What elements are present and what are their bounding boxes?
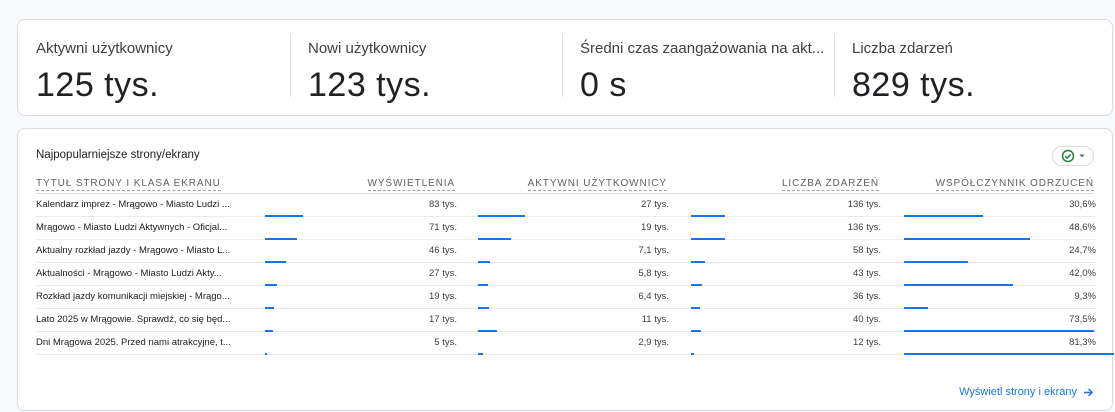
row-page-title: Kalendarz imprez - Mrągowo - Miasto Ludz… [36, 199, 230, 210]
cell-users: 11 tys. [641, 314, 669, 325]
cell-views: 17 tys. [429, 314, 457, 325]
column-header-views[interactable]: WYŚWIETLENIA [367, 178, 455, 191]
cell-events: 43 tys. [853, 268, 881, 279]
row-page-title: Dni Mrągowa 2025. Przed nami atrakcyjne,… [36, 337, 231, 348]
table-row[interactable]: Kalendarz imprez - Mrągowo - Miasto Ludz… [36, 194, 1096, 217]
cell-views: 5 tys. [434, 337, 457, 348]
kpi-new-users[interactable]: Nowi użytkownicy 123 tys. [290, 20, 562, 115]
cell-bounce: 48,6% [1069, 222, 1096, 233]
check-circle-icon [1061, 149, 1074, 163]
top-pages-card: Najpopularniejsze strony/ekrany TYTUŁ ST… [17, 128, 1114, 411]
card-title: Najpopularniejsze strony/ekrany [36, 149, 200, 161]
kpi-value: 125 tys. [36, 66, 160, 104]
row-page-title: Aktualny rozkład jazdy - Mrągowo - Miast… [36, 245, 231, 256]
cell-users: 5,8 tys. [638, 268, 669, 279]
caret-down-icon [1079, 154, 1084, 158]
bar-views [265, 353, 267, 355]
kpi-avg-engagement-time[interactable]: Średni czas zaangażowania na akt... 0 s [562, 20, 834, 115]
arrow-right-icon [1084, 387, 1094, 397]
bar-users [478, 353, 483, 355]
cell-views: 27 tys. [429, 268, 457, 279]
kpi-label: Liczba zdarzeń [852, 40, 953, 57]
kpi-value: 123 tys. [308, 66, 432, 104]
cell-users: 7,1 tys. [638, 245, 669, 256]
cell-views: 46 tys. [429, 245, 457, 256]
table-row[interactable]: Aktualny rozkład jazdy - Mrągowo - Miast… [36, 240, 1096, 263]
column-header-event-count[interactable]: LICZBA ZDARZEŃ [781, 178, 879, 191]
table-row[interactable]: Lato 2025 w Mrągowie. Sprawdź, co się bę… [36, 309, 1096, 332]
kpi-label: Aktywni użytkownicy [36, 40, 173, 57]
cell-events: 12 tys. [853, 337, 881, 348]
cell-views: 19 tys. [429, 291, 457, 302]
cell-events: 36 tys. [853, 291, 881, 302]
table-row[interactable]: Rozkład jazdy komunikacji miejskiej - Mr… [36, 286, 1096, 309]
cell-events: 58 tys. [853, 245, 881, 256]
cell-users: 2,9 tys. [638, 337, 669, 348]
kpi-active-users[interactable]: Aktywni użytkownicy 125 tys. [18, 20, 290, 115]
kpi-value: 829 tys. [852, 66, 976, 104]
column-header-active-users[interactable]: AKTYWNI UŻYTKOWNICY [527, 178, 667, 191]
kpi-label: Nowi użytkownicy [308, 40, 427, 57]
bar-bounce [904, 353, 1114, 355]
compare-menu-button[interactable] [1052, 146, 1094, 166]
cell-views: 71 tys. [429, 222, 457, 233]
cell-bounce: 81,3% [1069, 337, 1096, 348]
cell-users: 19 tys. [641, 222, 669, 233]
cell-views: 83 tys. [429, 199, 457, 210]
column-header-page-title[interactable]: TYTUŁ STRONY I KLASA EKRANU [36, 178, 221, 191]
table-row[interactable]: Dni Mrągowa 2025. Przed nami atrakcyjne,… [36, 332, 1114, 355]
row-page-title: Mrągowo - Miasto Ludzi Aktywnych - Oficj… [36, 222, 228, 233]
cell-bounce: 9,3% [1074, 291, 1096, 302]
cell-events: 40 tys. [853, 314, 881, 325]
cell-bounce: 24,7% [1069, 245, 1096, 256]
kpi-label: Średni czas zaangażowania na akt... [580, 40, 825, 57]
column-header-bounce-rate[interactable]: WSPÓŁCZYNNIK ODRZUCEŃ [935, 178, 1094, 191]
bar-events [691, 353, 694, 355]
cell-bounce: 73,5% [1069, 314, 1096, 325]
cell-users: 6,4 tys. [638, 291, 669, 302]
kpi-summary-card: Aktywni użytkownicy 125 tys. Nowi użytko… [17, 19, 1113, 116]
kpi-value: 0 s [580, 66, 627, 104]
cell-bounce: 42,0% [1069, 268, 1096, 279]
cell-events: 136 tys. [847, 199, 881, 210]
row-page-title: Lato 2025 w Mrągowie. Sprawdź, co się bę… [36, 314, 231, 325]
cell-users: 27 tys. [641, 199, 669, 210]
table-row[interactable]: Aktualności - Mrągowo - Miasto Ludzi Akt… [36, 263, 1096, 286]
view-pages-link[interactable]: Wyświetl strony i ekrany [959, 386, 1094, 398]
kpi-event-count[interactable]: Liczba zdarzeń 829 tys. [834, 20, 1112, 115]
table-row[interactable]: Mrągowo - Miasto Ludzi Aktywnych - Oficj… [36, 217, 1096, 240]
row-page-title: Aktualności - Mrągowo - Miasto Ludzi Akt… [36, 268, 222, 279]
cell-bounce: 30,6% [1069, 199, 1096, 210]
view-pages-link-label: Wyświetl strony i ekrany [959, 386, 1077, 398]
cell-events: 136 tys. [847, 222, 881, 233]
row-page-title: Rozkład jazdy komunikacji miejskiej - Mr… [36, 291, 230, 302]
